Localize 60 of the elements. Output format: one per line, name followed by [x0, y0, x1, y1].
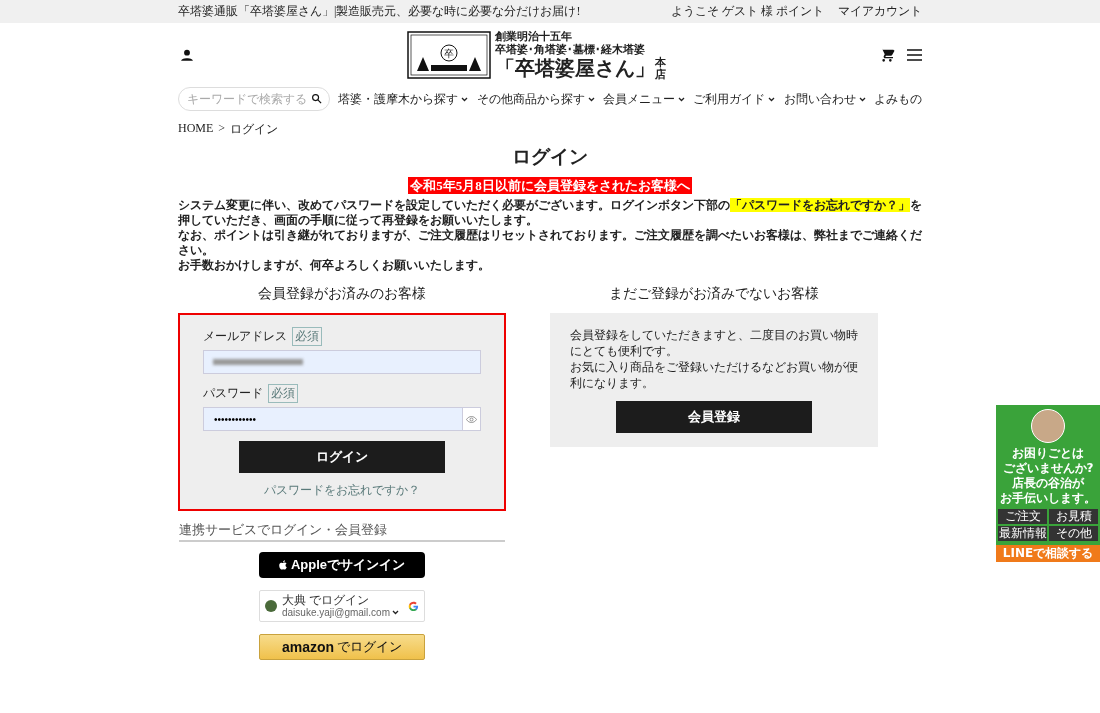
cart-icon[interactable] [879, 47, 895, 63]
nav-menu-item[interactable]: ご利用ガイド [693, 90, 776, 108]
nav-menu-item[interactable]: 会員メニュー [603, 90, 685, 108]
avatar-placeholder [1031, 409, 1065, 443]
required-badge: 必須 [292, 327, 322, 346]
password-field[interactable]: •••••••••••• [203, 407, 463, 431]
banner-text: ございませんか? [1002, 461, 1094, 476]
eye-icon [466, 415, 477, 423]
line-help-banner[interactable]: お困りごとは ございませんか? 店長の谷治が お手伝いします。 ご注文 お見積 最新情報 その他 LINEで相談する [996, 405, 1100, 562]
caret-icon [391, 610, 399, 616]
forgot-password-link[interactable]: パスワードをお忘れですか？ [203, 482, 481, 499]
email-field[interactable] [203, 350, 481, 374]
google-g-icon [408, 600, 419, 612]
required-badge: 必須 [268, 384, 298, 403]
notice-heading: 令和5年5月8日以前に会員登録をされたお客様へ [408, 177, 692, 194]
banner-tag: お見積 [1049, 509, 1098, 524]
logo-branch: 本店 [655, 55, 666, 80]
breadcrumb-separator: > [218, 121, 226, 137]
breadcrumb-item: ログイン [230, 121, 279, 138]
avatar-icon [265, 600, 277, 612]
section-heading: 会員登録がお済みのお客様 [257, 285, 427, 303]
field-label: パスワード [203, 385, 263, 402]
search-field[interactable]: キーワードで検索する [178, 87, 330, 111]
amazon-login-button[interactable]: amazon でログイン [259, 634, 425, 660]
notice-paragraph: お手数おかけしますが、何卒よろしくお願いいたします。 [177, 258, 491, 273]
register-text: お気に入り商品をご登録いただけるなどお買い物が便利になります。 [570, 359, 858, 391]
section-heading: まだご登録がお済みでないお客様 [608, 285, 820, 303]
logo-name: 「卒塔婆屋さん」 [495, 56, 655, 80]
banner-footer: LINEで相談する [996, 545, 1100, 562]
login-button[interactable]: ログイン [239, 441, 445, 473]
nav-menu-item[interactable]: お問い合わせ [783, 90, 866, 108]
notice-paragraph: なお、ポイントは引き継がれておりますが、ご注文履歴はリセットされております。ご注文履歴を調べたいお客様は、弊社までご連絡ください。 [177, 228, 923, 258]
notice-paragraph: システム変更に伴い、改めてパスワードを設定していただく必要がございます。ログインボタン下部の「パスワードをお忘れですか？」を押していただき、画面の手順に従って再登録をお願いいたします。 [177, 198, 923, 228]
apple-icon [278, 560, 287, 570]
logo-founded: 創業明治十五年 [495, 30, 573, 43]
breadcrumb-item[interactable]: HOME [178, 121, 214, 138]
logo-stamp-drawing: 卒 [407, 31, 491, 79]
banner-text: お困りごとは [1012, 446, 1084, 461]
account-icon[interactable] [180, 48, 194, 62]
google-signin-button[interactable]: 大典 でログイン daisuke.yaji@gmail.com [259, 590, 425, 622]
banner-tag: ご注文 [998, 509, 1047, 524]
search-icon[interactable] [311, 93, 322, 104]
nav-menu-item[interactable]: その他商品から探す [476, 90, 595, 108]
top-link[interactable]: ようこそ ゲスト 様 ポイント [671, 3, 824, 20]
nav-menu-item[interactable]: よみもの [873, 90, 922, 108]
register-text: 会員登録をしていただきますと、二度目のお買い物時にとても便利です。 [570, 327, 858, 359]
page-title: ログイン [511, 145, 589, 169]
field-label: メールアドレス [203, 328, 287, 345]
apple-signin-button[interactable]: Appleでサインイン [259, 552, 425, 578]
banner-tag: 最新情報 [998, 526, 1047, 541]
logo-products: 卒塔婆･角塔婆･墓標･経木塔婆 [495, 42, 646, 56]
top-link[interactable]: マイアカウント [838, 3, 922, 20]
social-login-heading: 連携サービスでログイン・会員登録 [179, 521, 505, 542]
banner-text: 店長の谷治が [1012, 476, 1084, 491]
menu-icon[interactable] [907, 49, 922, 61]
register-button[interactable]: 会員登録 [616, 401, 812, 433]
nav-menu-item[interactable]: 塔婆・護摩木から探す [338, 90, 469, 108]
banner-text: お手伝いします。 [1000, 491, 1096, 506]
banner-tag: その他 [1049, 526, 1098, 541]
tagline: 卒塔婆通販「卒塔婆屋さん」|製造販売元、必要な時に必要な分だけお届け! [178, 3, 581, 20]
